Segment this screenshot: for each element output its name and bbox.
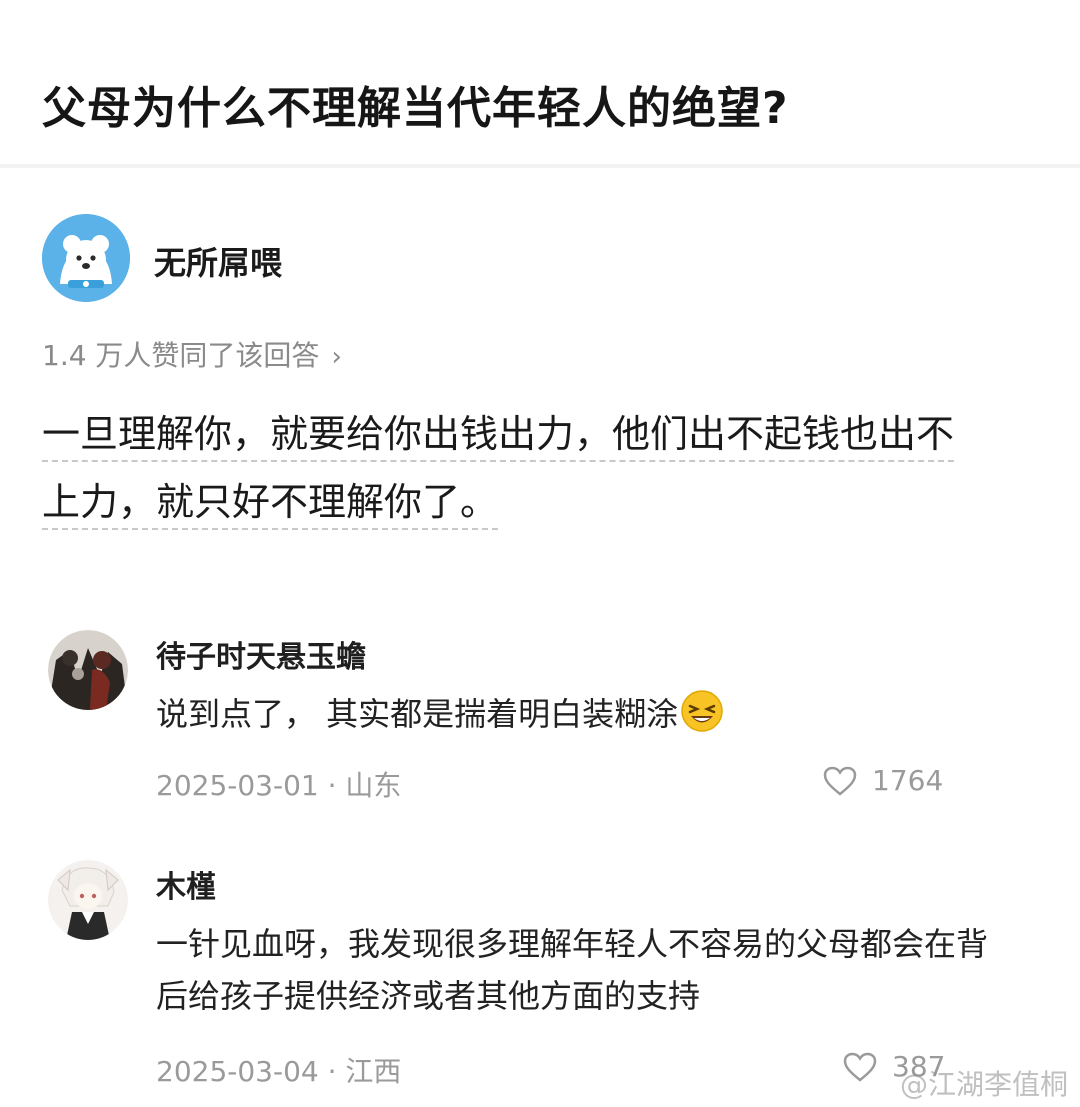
comment-text-content: 说到点了， 其实都是揣着明白装糊涂 <box>156 695 679 733</box>
answer-line-1: 一旦理解你，就要给你出钱出力，他们出不起钱也出不 <box>42 412 955 462</box>
dark-illustration-avatar-icon <box>48 630 128 710</box>
commenter-avatar[interactable] <box>48 630 128 710</box>
heart-icon <box>843 1052 877 1082</box>
answer-line-2: 上力，就只好不理解你了。 <box>42 480 499 530</box>
author-avatar[interactable] <box>42 214 130 302</box>
vote-count-link[interactable]: 1.4 万人赞同了该回答 › <box>42 334 342 374</box>
anime-girl-avatar-icon <box>48 860 128 940</box>
heart-icon <box>823 766 857 796</box>
comment-item: 木槿 一针见血呀，我发现很多理解年轻人不容易的父母都会在背后给孩子提供经济或者其… <box>48 860 1028 1100</box>
author-name[interactable]: 无所屌喂 <box>154 238 282 284</box>
comment-item: 待子时天悬玉蟾 说到点了， 其实都是揣着明白装糊涂 2025-03-01 · 山… <box>48 630 1028 810</box>
like-count: 1764 <box>872 764 944 797</box>
bear-mascot-icon <box>42 214 130 302</box>
question-title[interactable]: 父母为什么不理解当代年轻人的绝望? <box>42 72 789 136</box>
question-header: 父母为什么不理解当代年轻人的绝望? <box>0 0 1080 168</box>
comment-text: 一针见血呀，我发现很多理解年轻人不容易的父母都会在背后给孩子提供经济或者其他方面… <box>156 925 989 1015</box>
commenter-name[interactable]: 待子时天悬玉蟾 <box>156 632 366 676</box>
answer-author-row[interactable]: 无所屌喂 <box>42 214 942 304</box>
like-button[interactable]: 1764 <box>822 764 943 797</box>
commenter-name[interactable]: 木槿 <box>156 862 216 906</box>
comment-meta: 2025-03-01 · 山东 <box>156 769 402 802</box>
answer-body: 一旦理解你，就要给你出钱出力，他们出不起钱也出不 上力，就只好不理解你了。 <box>42 400 1042 536</box>
commenter-avatar[interactable] <box>48 860 128 940</box>
comment-meta: 2025-03-04 · 江西 <box>156 1055 402 1088</box>
vote-count-text: 1.4 万人赞同了该回答 <box>42 339 320 372</box>
laughing-emoji-icon <box>681 690 723 732</box>
chevron-right-icon: › <box>331 342 342 372</box>
watermark-text: @江湖李值桐 <box>899 1068 1068 1101</box>
comment-text: 说到点了， 其实都是揣着明白装糊涂 <box>156 688 1036 740</box>
